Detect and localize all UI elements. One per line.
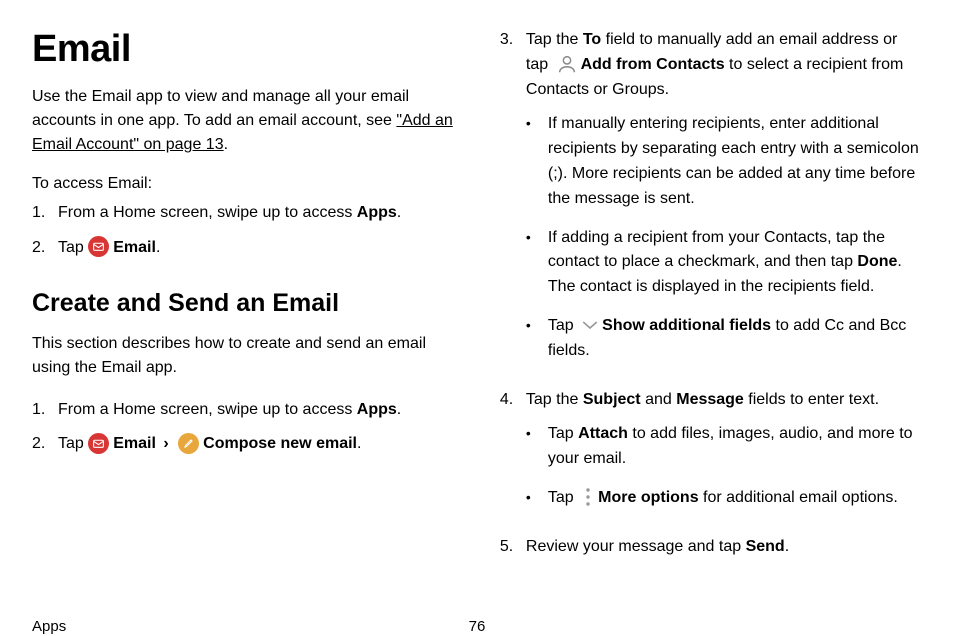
page-columns: Email Use the Email app to view and mana… (32, 28, 922, 570)
right-column: 3. Tap the To field to manually add an e… (500, 28, 922, 570)
list-item: • Tap More options for additional email … (526, 486, 922, 511)
access-head: To access Email: (32, 175, 464, 193)
send-label: Send (746, 538, 785, 555)
text: From a Home screen, swipe up to access (58, 401, 357, 418)
text: . (397, 401, 401, 418)
compose-icon (178, 433, 199, 454)
email-icon (88, 433, 109, 454)
step-body: Tap the To field to manually add an emai… (526, 28, 922, 378)
text: . (397, 204, 401, 221)
text: . (785, 538, 789, 555)
num-4: 4. (500, 388, 526, 413)
list-item: • Tap Attach to add files, images, audio… (526, 422, 922, 472)
apps-label: Apps (357, 401, 397, 418)
text: Tap the (526, 31, 583, 48)
email-label: Email (113, 435, 156, 452)
compose-label: Compose new email (203, 435, 357, 452)
section-desc: This section describes how to create and… (32, 332, 464, 380)
bullet-body: If adding a recipient from your Contacts… (548, 226, 922, 300)
list-item: • If manually entering recipients, enter… (526, 112, 922, 211)
subject-label: Subject (583, 391, 641, 408)
bullet-icon: • (526, 314, 548, 337)
bullet-body: If manually entering recipients, enter a… (548, 112, 922, 211)
step-body: Tap Email. (58, 236, 464, 261)
text: From a Home screen, swipe up to access (58, 204, 357, 221)
text: If adding a recipient from your Contacts… (548, 229, 885, 271)
step-body: From a Home screen, swipe up to access A… (58, 398, 464, 423)
right-steps-list: 3. Tap the To field to manually add an e… (500, 28, 922, 560)
list-item: • Tap Show additional fields to add Cc a… (526, 314, 922, 364)
list-item: 3. Tap the To field to manually add an e… (500, 28, 922, 378)
to-label: To (583, 31, 601, 48)
chevron-down-icon (581, 318, 599, 332)
list-item: 1. From a Home screen, swipe up to acces… (32, 201, 464, 226)
text: and (641, 391, 677, 408)
step-body: Tap Email › Compose new email. (58, 432, 464, 457)
bullet-icon: • (526, 112, 548, 135)
bullet-icon: • (526, 486, 548, 509)
text: Tap (548, 425, 578, 442)
bullet-body: Tap Attach to add files, images, audio, … (548, 422, 922, 472)
attach-label: Attach (578, 425, 628, 442)
contact-icon (556, 54, 578, 74)
sub-bullets-4: • Tap Attach to add files, images, audio… (526, 422, 922, 510)
footer-section-label: Apps (32, 618, 66, 635)
message-label: Message (676, 391, 744, 408)
num-5: 5. (500, 535, 526, 560)
bullet-body: Tap More options for additional email op… (548, 486, 922, 511)
text: Tap (548, 317, 578, 334)
text: . (357, 435, 361, 452)
add-contacts-label: Add from Contacts (581, 56, 725, 73)
list-item: • If adding a recipient from your Contac… (526, 226, 922, 300)
page-title: Email (32, 28, 464, 71)
apps-label: Apps (357, 204, 397, 221)
left-column: Email Use the Email app to view and mana… (32, 28, 464, 570)
bullet-icon: • (526, 422, 548, 445)
text: Tap (548, 489, 578, 506)
text: Tap (58, 435, 88, 452)
more-options-icon (581, 488, 595, 506)
step-body: Tap the Subject and Message fields to en… (526, 388, 922, 525)
list-item: 4. Tap the Subject and Message fields to… (500, 388, 922, 525)
intro-period: . (224, 136, 228, 153)
step-body: Review your message and tap Send. (526, 535, 922, 560)
more-options-label: More options (598, 489, 698, 506)
access-steps-list: 1. From a Home screen, swipe up to acces… (32, 201, 464, 261)
num-1: 1. (32, 398, 58, 423)
section-heading: Create and Send an Email (32, 289, 464, 318)
text: Tap (58, 239, 88, 256)
show-fields-label: Show additional fields (602, 317, 771, 334)
text: Review your message and tap (526, 538, 746, 555)
num-3: 3. (500, 28, 526, 53)
sub-bullets-3: • If manually entering recipients, enter… (526, 112, 922, 363)
email-icon (88, 236, 109, 257)
num-1: 1. (32, 201, 58, 226)
intro-paragraph: Use the Email app to view and manage all… (32, 85, 464, 157)
list-item: 1. From a Home screen, swipe up to acces… (32, 398, 464, 423)
intro-text: Use the Email app to view and manage all… (32, 88, 409, 129)
footer-page-number: 76 (469, 618, 486, 635)
bullet-body: Tap Show additional fields to add Cc and… (548, 314, 922, 364)
list-item: 5. Review your message and tap Send. (500, 535, 922, 560)
done-label: Done (857, 253, 897, 270)
num-2: 2. (32, 432, 58, 457)
list-item: 2. Tap Email. (32, 236, 464, 261)
text: . (156, 239, 160, 256)
num-2: 2. (32, 236, 58, 261)
create-steps-list: 1. From a Home screen, swipe up to acces… (32, 398, 464, 458)
breadcrumb-separator: › (159, 435, 173, 452)
step-body: From a Home screen, swipe up to access A… (58, 201, 464, 226)
text: fields to enter text. (744, 391, 879, 408)
email-label: Email (113, 239, 156, 256)
list-item: 2. Tap Email › Compose new email. (32, 432, 464, 457)
text: for additional email options. (699, 489, 898, 506)
text: Tap the (526, 391, 583, 408)
bullet-icon: • (526, 226, 548, 249)
